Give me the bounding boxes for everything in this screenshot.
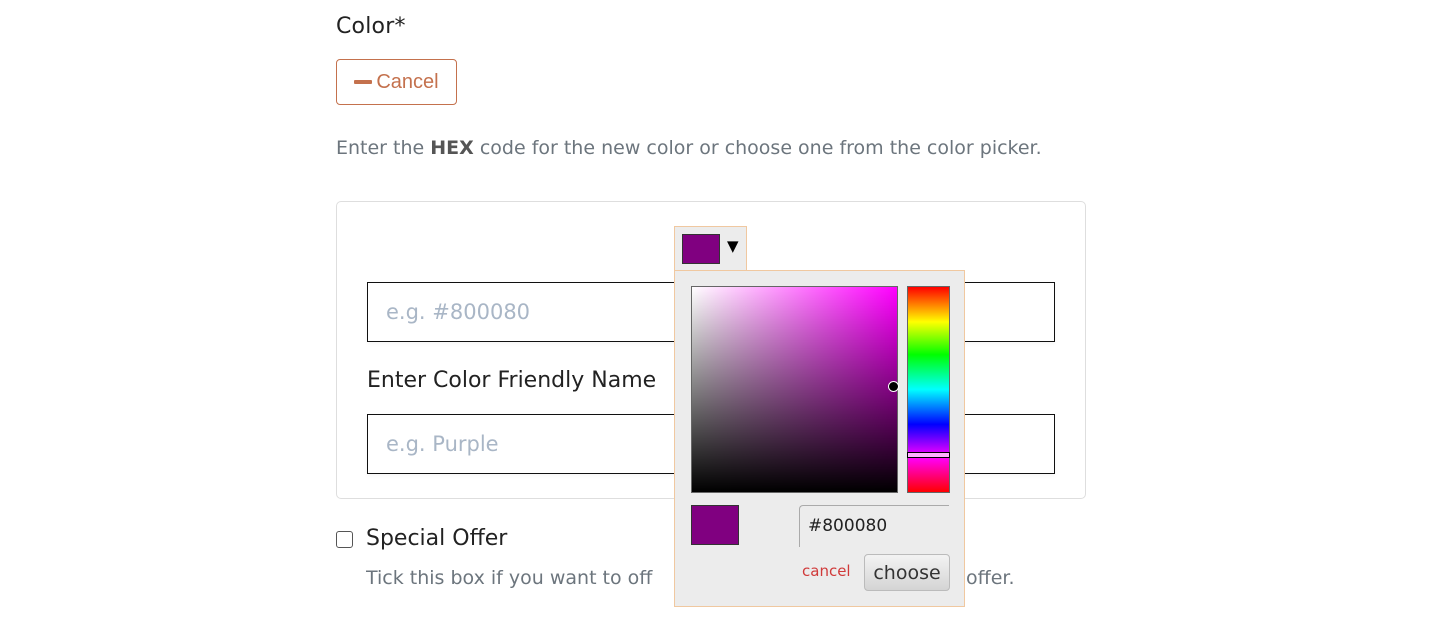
cancel-button[interactable]: Cancel (336, 59, 457, 105)
dropdown-arrow-icon: ▼ (727, 237, 739, 255)
hex-bold: HEX (430, 137, 474, 159)
cancel-button-label: Cancel (376, 70, 439, 93)
saturation-handle[interactable] (888, 381, 899, 392)
minus-icon (354, 80, 373, 84)
color-picker-popup: #800080 cancel choose (674, 270, 965, 607)
hue-slider-handle[interactable] (907, 452, 950, 458)
picker-hex-input[interactable]: #800080 (799, 505, 949, 547)
special-offer-help-left: Tick this box if you want to off (366, 567, 653, 589)
picker-cancel-link[interactable]: cancel (802, 562, 851, 580)
friendly-name-label: Enter Color Friendly Name (367, 368, 657, 393)
color-preview-swatch (691, 505, 739, 545)
choose-button[interactable]: choose (864, 554, 950, 591)
color-picker-trigger[interactable]: ▼ (674, 226, 747, 271)
special-offer-checkbox[interactable] (336, 531, 353, 548)
friendly-name-placeholder: e.g. Purple (386, 432, 499, 456)
special-offer-label[interactable]: Special Offer (366, 526, 507, 551)
special-offer-help-clip: Tick this box if you want to off (366, 560, 674, 600)
saturation-value-area[interactable] (691, 286, 899, 493)
color-field-label: Color* (336, 14, 406, 39)
hex-code-placeholder: e.g. #800080 (386, 300, 531, 324)
hex-help-text: Enter the HEX code for the new color or … (336, 137, 1042, 159)
special-offer-help-right: offer. (966, 567, 1015, 589)
selected-color-swatch (682, 234, 720, 264)
hue-slider[interactable] (907, 286, 950, 493)
